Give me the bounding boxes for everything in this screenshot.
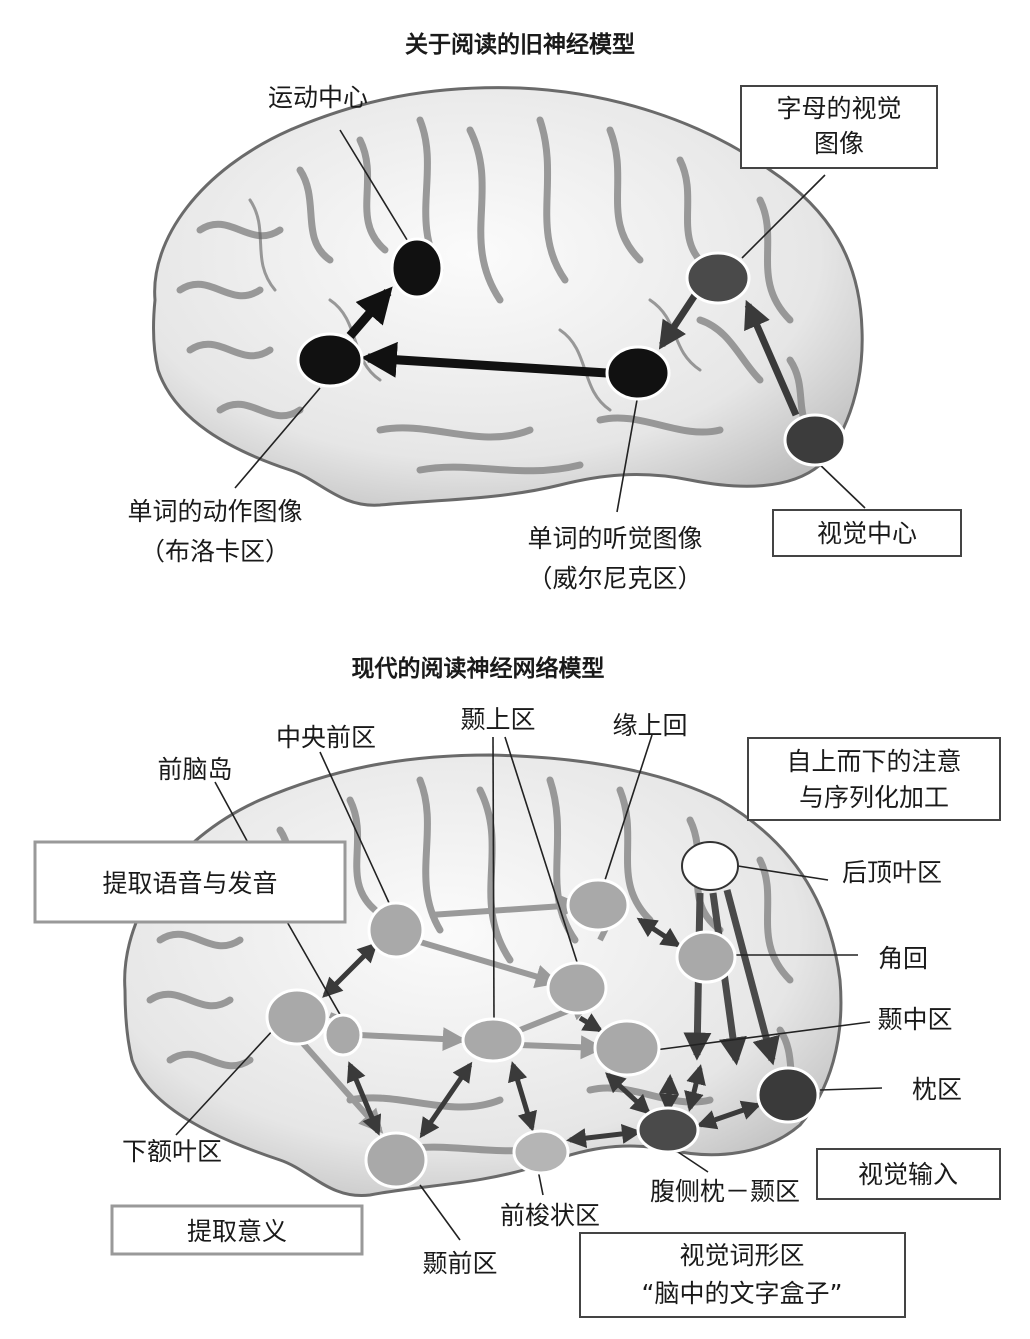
occipitotemporal-label: 腹侧枕－颞区 — [650, 1177, 800, 1206]
occipitotemporal-node — [636, 1106, 700, 1154]
motor-center-node — [390, 237, 444, 299]
brain-reading-diagram: 关于阅读的旧神经模型 运动中心 字母的视觉 图像 单词的动作图像 （布洛卡区） … — [33, 31, 1001, 1318]
vwfa-label-line2: “脑中的文字盒子” — [642, 1279, 843, 1308]
fusiform-label: 前梭状区 — [500, 1201, 600, 1230]
letters-visual-label-line2: 图像 — [814, 129, 864, 158]
topdown-label-line2: 与序列化加工 — [799, 783, 949, 812]
new-model-title: 现代的阅读神经网络模型 — [352, 655, 605, 682]
wernicke-label-line2: （威尔尼克区） — [527, 564, 702, 593]
topdown-label-line1: 自上而下的注意 — [786, 747, 961, 776]
insula-label: 前脑岛 — [157, 755, 232, 784]
superior-temporal-posterior-node — [546, 961, 608, 1015]
temporal-pole-label: 颞前区 — [422, 1249, 497, 1278]
inferior-frontal-node — [265, 988, 329, 1046]
wernicke-node — [605, 345, 671, 401]
precentral-label: 中央前区 — [276, 723, 376, 752]
wernicke-label-line1: 单词的听觉图像 — [527, 524, 702, 553]
temporal-pole-node — [364, 1131, 428, 1189]
angular-node — [675, 930, 737, 984]
broca-label-line2: （布洛卡区） — [140, 537, 290, 566]
occipital-node — [756, 1066, 820, 1124]
letters-visual-node — [685, 251, 751, 305]
visual-input-label: 视觉输入 — [858, 1160, 958, 1189]
insula-node — [323, 1013, 363, 1057]
inferior-frontal-label: 下额叶区 — [122, 1137, 222, 1166]
broca-label-line1: 单词的动作图像 — [127, 497, 302, 526]
occipital-label: 枕区 — [912, 1075, 962, 1104]
visual-center-node — [783, 413, 847, 467]
old-model-title: 关于阅读的旧神经模型 — [405, 31, 635, 58]
superior-temporal-anterior-node — [461, 1017, 525, 1063]
superior-temporal-label: 颞上区 — [460, 705, 535, 734]
vwfa-label-line1: 视觉词形区 — [679, 1241, 804, 1270]
middle-temporal-label: 颞中区 — [877, 1005, 952, 1034]
supramarginal-label: 缘上回 — [612, 711, 687, 740]
visual-center-label: 视觉中心 — [817, 519, 917, 548]
fusiform-node — [512, 1129, 570, 1175]
supramarginal-node — [566, 878, 630, 932]
precentral-node — [367, 901, 425, 959]
angular-label: 角回 — [878, 944, 928, 973]
posterior-parietal-label: 后顶叶区 — [842, 858, 942, 887]
phonology-label: 提取语音与发音 — [102, 869, 277, 898]
letters-visual-label-line1: 字母的视觉 — [776, 94, 901, 123]
meaning-label: 提取意义 — [187, 1217, 287, 1246]
posterior-parietal-node — [681, 841, 739, 891]
brain-bottom-illustration — [123, 753, 843, 1198]
motor-center-label: 运动中心 — [268, 83, 368, 112]
broca-node — [296, 332, 364, 388]
middle-temporal-node — [593, 1019, 661, 1077]
